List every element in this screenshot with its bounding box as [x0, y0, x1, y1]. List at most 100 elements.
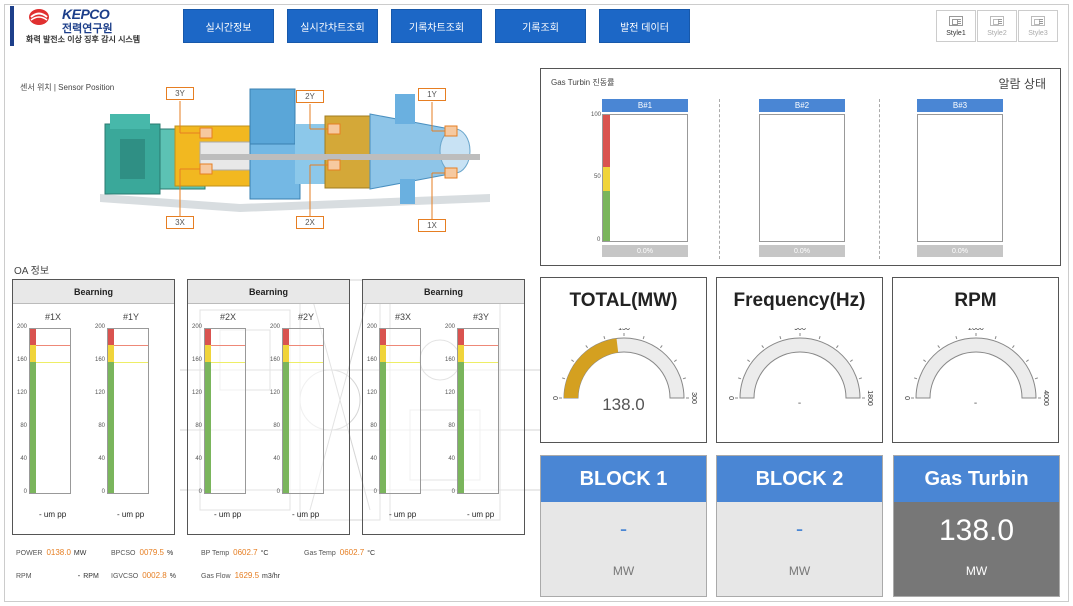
- oa-title: OA 정보: [14, 266, 50, 277]
- bearing-unit: - um pp: [39, 510, 67, 519]
- bearing-ytick: 160: [16, 357, 27, 363]
- block1-unit: MW: [612, 564, 635, 578]
- gauge-mid-label: 900: [794, 328, 806, 332]
- bearing-ytick: 120: [16, 390, 27, 396]
- bearing-ytick: 0: [23, 489, 27, 495]
- stat-igvcso: IGVCSO 0002.8%: [111, 571, 176, 580]
- gauge-value: 138.0: [602, 395, 645, 414]
- style1-button[interactable]: Style1: [936, 10, 976, 42]
- block-b1-percent: 0.0%: [602, 245, 688, 257]
- gas-turbin-value: 138.0: [938, 514, 1015, 547]
- sensor-tag-1x: 1X: [418, 219, 446, 232]
- bearing-ytick: 200: [269, 324, 280, 330]
- bearing-ytick: 200: [16, 324, 27, 330]
- bearing-ytick: 160: [366, 357, 377, 363]
- bearing-panel-3: Bearning #3X 200 160 120 80 40 0 - um pp #3Y 200…: [362, 279, 525, 535]
- gauge-mid-label: 2000: [968, 328, 984, 332]
- nav-history-chart[interactable]: 기록차트조회: [391, 9, 482, 43]
- block-b3-header: B#3: [917, 99, 1003, 112]
- bearing-ytick: 120: [366, 390, 377, 396]
- bearing-gauge-label: #2Y: [298, 312, 315, 322]
- warn-line: [386, 362, 420, 363]
- bearing-ytick: 80: [195, 423, 202, 429]
- gauge-title: RPM: [954, 290, 997, 311]
- bearing-ytick: 0: [451, 489, 455, 495]
- gt-ytick-50: 50: [594, 174, 601, 180]
- block1-value: -: [619, 516, 628, 541]
- bearing-panel-title: Bearning: [363, 280, 524, 304]
- bearing-ytick: 120: [94, 390, 105, 396]
- style3-button[interactable]: Style3: [1018, 10, 1058, 42]
- bearing-ytick: 120: [269, 390, 280, 396]
- bearing-unit: - um pp: [117, 510, 145, 519]
- alarm-status-title: 알람 상태: [998, 77, 1047, 91]
- block-b1-bar: [602, 114, 688, 242]
- bearing-ytick: 200: [191, 324, 202, 330]
- bearing-panel-title: Bearning: [13, 280, 174, 304]
- alarm-line: [211, 345, 245, 346]
- bearing-ytick: 80: [98, 423, 105, 429]
- style3-label: Style3: [1028, 29, 1048, 37]
- stat-gas-temp: Gas Temp 0602.7 °C: [304, 548, 376, 557]
- gauge-mid-label: 150: [618, 328, 630, 332]
- bearing-gauge-3x: [379, 328, 421, 494]
- bearing-gauge-label: #1Y: [123, 312, 140, 322]
- bearing-unit: - um pp: [389, 510, 417, 519]
- bearing-ytick: 80: [273, 423, 280, 429]
- bearing-gauge-2x: [204, 328, 246, 494]
- bar-green-zone: [458, 362, 464, 493]
- gauge-panel-1: TOTAL(MW) 150 0 300 138.0: [540, 277, 707, 443]
- bearing-ytick: 40: [273, 456, 280, 462]
- bearing-gauge-label: #3Y: [473, 312, 490, 322]
- layout-icon: [1031, 15, 1045, 26]
- bar-green-zone: [30, 362, 36, 493]
- bearing-ytick: 0: [198, 489, 202, 495]
- block2-card: BLOCK 2 - MW: [716, 455, 883, 597]
- bar-green-zone: [205, 362, 211, 493]
- nav-realtime-info[interactable]: 실시간정보: [183, 9, 274, 43]
- alarm-line: [289, 345, 323, 346]
- alarm-line: [36, 345, 70, 346]
- bar-green-zone: [283, 362, 289, 493]
- sensor-tag-2x: 2X: [296, 216, 324, 229]
- bearing-ytick: 160: [94, 357, 105, 363]
- bearing-ytick: 120: [191, 390, 202, 396]
- gas-turbin-unit: MW: [965, 564, 988, 578]
- sensor-tag-3y: 3Y: [166, 87, 194, 100]
- bearing-ytick: 80: [370, 423, 377, 429]
- gauge-title: Frequency(Hz): [733, 290, 866, 311]
- bearing-ytick: 0: [101, 489, 105, 495]
- block-b2-header: B#2: [759, 99, 845, 112]
- bar-red-zone: [205, 329, 211, 345]
- block-b2-bar: [759, 114, 845, 242]
- bearing-ytick: 80: [448, 423, 455, 429]
- bearing-ytick: 160: [269, 357, 280, 363]
- gas-turbine-title: Gas Turbin 진동률: [551, 78, 615, 87]
- b1-green-zone: [603, 191, 610, 241]
- alarm-line: [386, 345, 420, 346]
- gauge-panel-3: RPM 2000 0 4000 -: [892, 277, 1059, 443]
- nav-generation-data[interactable]: 발전 데이터: [599, 9, 690, 43]
- bar-yellow-zone: [205, 345, 211, 362]
- bearing-ytick: 0: [373, 489, 377, 495]
- bearing-gauge-label: #2X: [220, 312, 237, 322]
- gauge-title: TOTAL(MW): [569, 290, 678, 311]
- nav-realtime-chart[interactable]: 실시간차트조회: [287, 9, 378, 43]
- stat-power: POWER 0138.0 MW: [16, 548, 87, 557]
- sensor-tag-1y: 1Y: [418, 88, 446, 101]
- bearing-ytick: 40: [195, 456, 202, 462]
- gas-turbin-card: Gas Turbin 138.0 MW: [893, 455, 1060, 597]
- gas-turbin-title: Gas Turbin: [894, 456, 1059, 502]
- gauge-arc: 900 0 1800: [729, 328, 873, 406]
- kepco-emblem-icon: [29, 9, 49, 25]
- warn-line: [114, 362, 148, 363]
- bearing-panel-2: Bearning #2X 200 160 120 80 40 0 - um pp #2Y 200…: [187, 279, 350, 535]
- bearing-unit: - um pp: [214, 510, 242, 519]
- style2-button[interactable]: Style2: [977, 10, 1017, 42]
- sensor-tag-2y: 2Y: [296, 90, 324, 103]
- b1-red-zone: [603, 115, 610, 167]
- bearing-ytick: 200: [444, 324, 455, 330]
- nav-history[interactable]: 기록조회: [495, 9, 586, 43]
- block-b3-bar: [917, 114, 1003, 242]
- bearing-ytick: 40: [20, 456, 27, 462]
